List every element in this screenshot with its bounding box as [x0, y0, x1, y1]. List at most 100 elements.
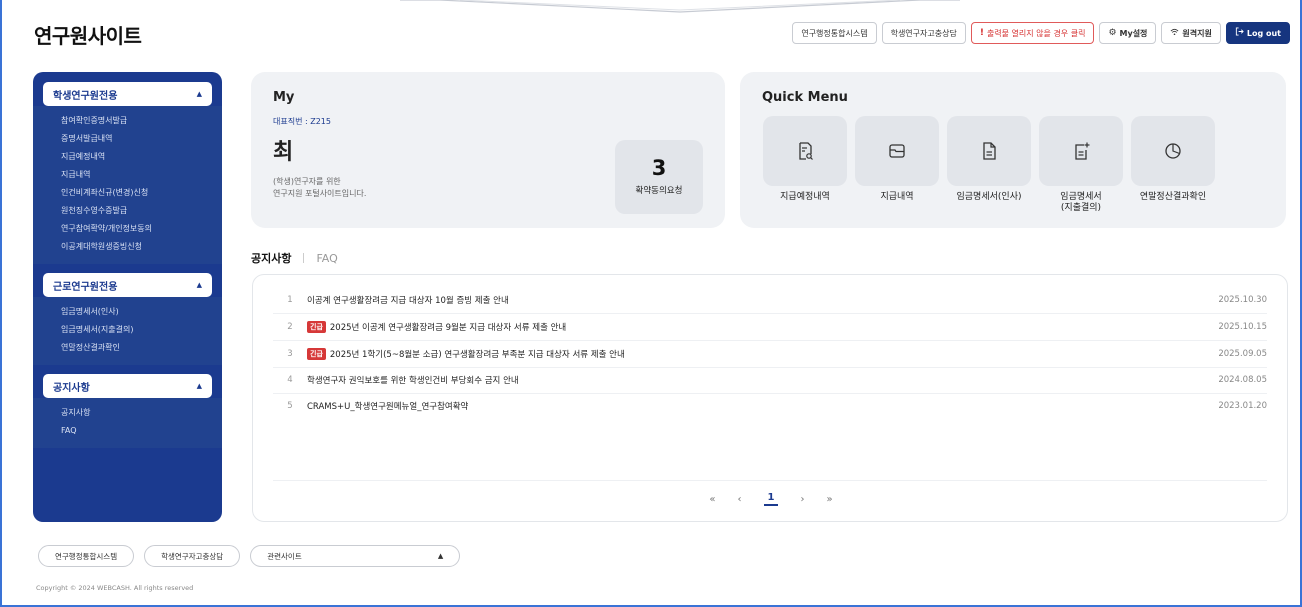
- print-help-button[interactable]: ! 출력물 열리지 않을 경우 클릭: [970, 22, 1095, 44]
- my-description-line: 연구지원 포털사이트입니다.: [273, 189, 367, 198]
- urgent-badge: 긴급: [307, 348, 326, 360]
- sidebar-item[interactable]: 임금명세서(인사): [61, 303, 202, 321]
- sidebar-section-header[interactable]: 근로연구원전용 ▲: [43, 273, 212, 297]
- quick-menu-label: 임금명세서 (지출결의): [1060, 192, 1102, 213]
- notice-row[interactable]: 1 이공계 연구생활장려금 지급 대상자 10월 증빙 제출 안내 2025.1…: [273, 287, 1267, 313]
- caret-up-icon: ▲: [437, 552, 444, 560]
- sidebar-item[interactable]: 인건비계좌신규(변경)신청: [61, 184, 202, 202]
- sidebar-item[interactable]: 이공계대학원생증빙신청: [61, 238, 202, 256]
- sidebar-item[interactable]: 연구참여확약/개인정보동의: [61, 220, 202, 238]
- sidebar-section-header[interactable]: 공지사항 ▲: [43, 374, 212, 398]
- footer-student-counsel-button[interactable]: 학생연구자고충상담: [144, 545, 241, 567]
- gear-icon: ⚙: [1108, 28, 1117, 38]
- quick-menu-item[interactable]: 임금명세서 (지출결의): [1038, 116, 1124, 214]
- site-logo[interactable]: 연구원사이트: [34, 20, 142, 49]
- sidebar: 학생연구원전용 ▲ 참여확인증명서발급 증명서발급내역 지급예정내역 지급내역 인…: [33, 72, 222, 522]
- sidebar-section-worker: 근로연구원전용 ▲ 임금명세서(인사) 임금명세서(지출결의) 연말정산결과확인: [33, 273, 222, 365]
- sidebar-section-header[interactable]: 학생연구원전용 ▲: [43, 82, 212, 106]
- tab-notice[interactable]: 공지사항: [251, 250, 291, 266]
- notice-date: 2025.09.05: [1218, 349, 1267, 359]
- page-number-current[interactable]: 1: [763, 492, 779, 506]
- wifi-icon: [1170, 28, 1179, 39]
- consent-request-button[interactable]: 3 확약동의요청: [615, 140, 703, 214]
- notice-date: 2025.10.30: [1218, 295, 1267, 305]
- notice-title: 2025년 이공계 연구생활장려금 9월분 지급 대상자 서류 제출 안내: [329, 323, 567, 333]
- my-title: My: [273, 90, 295, 105]
- notice-row[interactable]: 5 CRAMS+U_학생연구원메뉴얼_연구참여확약 2023.01.20: [273, 393, 1267, 419]
- notice-index: 3: [287, 349, 293, 359]
- notice-title-cell: CRAMS+U_학생연구원메뉴얼_연구참여확약: [307, 400, 1197, 412]
- footer-research-admin-button[interactable]: 연구행정통합시스템: [38, 545, 135, 567]
- notice-row[interactable]: 4 학생연구자 권익보호를 위한 학생인건비 부당회수 금지 안내 2024.0…: [273, 367, 1267, 393]
- pager-divider: [273, 480, 1267, 481]
- quick-menu-box: [763, 116, 847, 186]
- quick-menu-item[interactable]: 지급내역: [854, 116, 940, 214]
- header: 연구원사이트 연구행정통합시스템 학생연구자고충상담 ! 출력물 열리지 않을 경…: [0, 0, 1302, 60]
- notice-row[interactable]: 3 긴급 2025년 1학기(5~8월분 소급) 연구생활장려금 부족분 지급 대…: [273, 341, 1267, 367]
- notice-title-cell: 이공계 연구생활장려금 지급 대상자 10월 증빙 제출 안내: [307, 294, 1197, 306]
- urgent-badge: 긴급: [307, 321, 326, 333]
- caret-up-icon: ▲: [196, 382, 202, 390]
- consent-count: 3: [651, 156, 667, 180]
- sidebar-item[interactable]: 연말정산결과확인: [61, 339, 202, 357]
- print-help-label: 출력물 열리지 않을 경우 클릭: [986, 28, 1086, 38]
- related-sites-select[interactable]: 관련사이트 ▲: [250, 545, 461, 567]
- quick-menu-box: [947, 116, 1031, 186]
- alert-icon: !: [979, 28, 984, 38]
- quick-menu-label: 연말정산결과확인: [1139, 192, 1207, 202]
- sidebar-section-items: 임금명세서(인사) 임금명세서(지출결의) 연말정산결과확인: [33, 297, 222, 365]
- logout-label: Log out: [1246, 28, 1281, 38]
- notice-row[interactable]: 2 긴급 2025년 이공계 연구생활장려금 9월분 지급 대상자 서류 제출 안…: [273, 314, 1267, 340]
- pie-chart-icon: [1165, 143, 1181, 159]
- quick-menu-item[interactable]: 임금명세서(인사): [946, 116, 1032, 214]
- logout-icon: [1235, 27, 1244, 39]
- quick-menu-card: Quick Menu 지급예정내역 지급내역 임금명세서(인사) 임금명세서 (…: [740, 72, 1286, 228]
- sidebar-item[interactable]: 공지사항: [61, 404, 202, 422]
- copyright: Copyright © 2024 WEBCASH. All rights res…: [36, 584, 194, 592]
- quick-menu-item[interactable]: 연말정산결과확인: [1130, 116, 1216, 214]
- tab-divider: [303, 253, 305, 263]
- sidebar-item[interactable]: 증명서발급내역: [61, 130, 202, 148]
- notice-title: 2025년 1학기(5~8월분 소급) 연구생활장려금 부족분 지급 대상자 서…: [329, 350, 625, 360]
- my-card: My 대표직번 : Z215 최 (학생)연구자를 위한 연구지원 포털사이트입…: [251, 72, 725, 228]
- pagination: « ‹ 1 › »: [253, 492, 1289, 506]
- sidebar-item[interactable]: 원천징수영수증발급: [61, 202, 202, 220]
- sidebar-section-notice: 공지사항 ▲ 공지사항 FAQ: [33, 374, 222, 448]
- sidebar-section-student: 학생연구원전용 ▲ 참여확인증명서발급 증명서발급내역 지급예정내역 지급내역 인…: [33, 82, 222, 264]
- document-icon: [983, 142, 996, 160]
- quick-menu-label: 지급예정내역: [780, 192, 830, 202]
- next-page-button[interactable]: ›: [800, 494, 804, 505]
- logout-button[interactable]: Log out: [1225, 22, 1290, 44]
- sidebar-item[interactable]: 지급예정내역: [61, 148, 202, 166]
- last-page-button[interactable]: »: [826, 494, 832, 505]
- folder-icon: [889, 144, 905, 158]
- remote-support-button[interactable]: 원격지원: [1161, 22, 1221, 44]
- notice-title: CRAMS+U_학생연구원메뉴얼_연구참여확약: [307, 402, 469, 412]
- quick-menu-label: 지급내역: [880, 192, 914, 202]
- prev-page-button[interactable]: ‹: [738, 494, 742, 505]
- sidebar-item[interactable]: 참여확인증명서발급: [61, 112, 202, 130]
- research-admin-system-button[interactable]: 연구행정통합시스템: [792, 22, 877, 44]
- notice-title: 이공계 연구생활장려금 지급 대상자 10월 증빙 제출 안내: [307, 296, 509, 306]
- notice-date: 2023.01.20: [1218, 401, 1267, 411]
- my-settings-button[interactable]: ⚙ My설정: [1099, 22, 1157, 44]
- quick-menu-box: [1039, 116, 1123, 186]
- tab-faq[interactable]: FAQ: [316, 252, 337, 265]
- related-sites-label: 관련사이트: [267, 551, 302, 561]
- sidebar-item[interactable]: 임금명세서(지출결의): [61, 321, 202, 339]
- sidebar-section-items: 공지사항 FAQ: [33, 398, 222, 448]
- quick-menu-items: 지급예정내역 지급내역 임금명세서(인사) 임금명세서 (지출결의) 연말정산결…: [762, 116, 1216, 214]
- notice-index: 1: [287, 295, 293, 305]
- first-page-button[interactable]: «: [709, 494, 715, 505]
- quick-menu-box: [855, 116, 939, 186]
- student-counsel-button[interactable]: 학생연구자고충상담: [881, 22, 966, 44]
- notice-index: 4: [287, 375, 293, 385]
- quick-menu-title: Quick Menu: [762, 90, 848, 105]
- sidebar-item[interactable]: FAQ: [61, 422, 202, 440]
- quick-menu-item[interactable]: 지급예정내역: [762, 116, 848, 214]
- notice-title-cell: 긴급 2025년 1학기(5~8월분 소급) 연구생활장려금 부족분 지급 대상자…: [307, 348, 1197, 360]
- notice-board: 1 이공계 연구생활장려금 지급 대상자 10월 증빙 제출 안내 2025.1…: [252, 274, 1288, 522]
- sidebar-item[interactable]: 지급내역: [61, 166, 202, 184]
- my-settings-label: My설정: [1119, 28, 1148, 38]
- rep-number: 대표직번 : Z215: [273, 117, 331, 126]
